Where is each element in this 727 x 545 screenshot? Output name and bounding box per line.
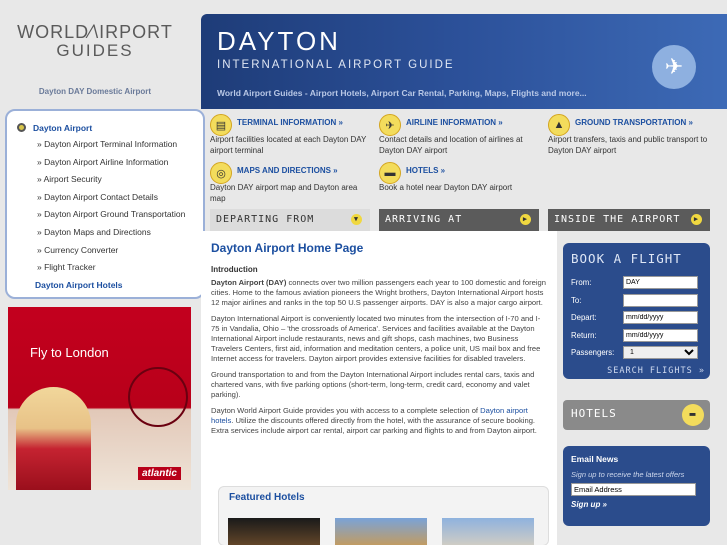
passengers-select[interactable]: 1 <box>623 346 698 360</box>
depart-row: Depart: <box>571 309 702 327</box>
hotel-image[interactable] <box>442 518 534 545</box>
sidebar-item-flight-tracker[interactable]: » Flight Tracker <box>15 259 195 277</box>
hotel-image[interactable] <box>228 518 320 545</box>
bed-icon: ▬ <box>682 404 704 426</box>
sidebar-head-label: Dayton Airport <box>33 122 93 133</box>
service-title[interactable]: TERMINAL INFORMATION » <box>237 118 343 127</box>
bed-icon: ▬ <box>379 162 401 184</box>
sidebar-item-airline[interactable]: » Dayton Airport Airline Information <box>15 154 195 172</box>
tab-label: ARRIVING AT <box>385 214 463 225</box>
page-title: Dayton Airport Home Page <box>211 241 364 255</box>
passengers-row: Passengers: 1 <box>571 344 702 362</box>
sidebar-item-hotels[interactable]: Dayton Airport Hotels <box>15 277 195 294</box>
logo-line-2: GUIDES <box>56 41 134 60</box>
service-title[interactable]: MAPS AND DIRECTIONS » <box>237 166 338 175</box>
search-flights-button[interactable]: SEARCH FLIGHTS » <box>607 366 705 376</box>
car-icon: ▲ <box>548 114 570 136</box>
flight-booking-form: BOOK A FLIGHT From: To: Depart: Return: … <box>563 243 710 379</box>
arrow-right-icon: ▶ <box>520 214 531 225</box>
logo-subtitle: Dayton DAY Domestic Airport <box>38 87 152 96</box>
airplane-icon: ✈ <box>652 45 696 89</box>
service-desc: Dayton DAY airport map and Dayton area m… <box>210 183 358 203</box>
site-logo[interactable]: WORLD⁄\IRPORT GUIDES <box>0 22 190 61</box>
service-desc: Contact details and location of airlines… <box>379 135 523 155</box>
page-header: DAYTON INTERNATIONAL AIRPORT GUIDE World… <box>201 14 727 109</box>
email-field[interactable] <box>571 483 696 496</box>
header-tagline: World Airport Guides - Airport Hotels, A… <box>217 88 587 98</box>
sidebar-item-contact[interactable]: » Dayton Airport Contact Details <box>15 189 195 207</box>
signup-link[interactable]: Sign up » <box>571 500 702 509</box>
email-title: Email News <box>571 454 619 464</box>
location-paragraph: Dayton International Airport is convenie… <box>211 314 541 363</box>
arrow-down-icon: ▼ <box>351 214 362 225</box>
arrow-right-icon: ▶ <box>691 214 702 225</box>
featured-title: Featured Hotels <box>229 492 305 503</box>
plane-icon: ✈ <box>379 114 401 136</box>
service-title[interactable]: HOTELS » <box>406 166 445 175</box>
email-signup: Email News Sign up to receive the latest… <box>563 446 710 526</box>
sidebar-item-security[interactable]: » Airport Security <box>15 171 195 189</box>
service-desc: Airport transfers, taxis and public tran… <box>548 135 708 155</box>
to-label: To: <box>571 295 582 305</box>
sidebar-item-maps[interactable]: » Dayton Maps and Directions <box>15 224 195 242</box>
tab-label: INSIDE THE AIRPORT <box>554 214 681 225</box>
booking-title: BOOK A FLIGHT <box>571 251 682 266</box>
sidebar-head[interactable]: Dayton Airport <box>15 119 195 136</box>
terminal-icon: ▤ <box>210 114 232 136</box>
service-desc: Book a hotel near Dayton DAY airport <box>379 183 513 192</box>
city-title: DAYTON <box>217 26 341 56</box>
sidebar-item-ground[interactable]: » Dayton Airport Ground Transportation <box>15 206 195 224</box>
service-title[interactable]: AIRLINE INFORMATION » <box>406 118 503 127</box>
featured-hotels: Featured Hotels <box>218 486 549 545</box>
depart-date-input[interactable] <box>623 311 698 325</box>
tab-departing[interactable]: DEPARTING FROM ▼ <box>210 209 370 231</box>
sidebar-item-currency[interactable]: » Currency Converter <box>15 242 195 260</box>
hotels-text-a: Dayton World Airport Guide provides you … <box>211 406 481 415</box>
ad-title: Fly to London <box>30 345 109 360</box>
hotels-button[interactable]: HOTELS ▬ <box>563 400 710 430</box>
passengers-label: Passengers: <box>571 348 615 358</box>
return-date-input[interactable] <box>623 328 698 342</box>
hotels-label: HOTELS <box>571 407 617 420</box>
flight-attendant-graphic <box>16 387 91 490</box>
sidebar-item-terminal[interactable]: » Dayton Airport Terminal Information <box>15 136 195 154</box>
header-subtitle: INTERNATIONAL AIRPORT GUIDE <box>217 59 455 71</box>
london-eye-graphic <box>128 367 188 427</box>
intro-heading: Introduction <box>211 265 258 274</box>
compass-icon: ◎ <box>210 162 232 184</box>
service-title[interactable]: GROUND TRANSPORTATION » <box>575 118 693 127</box>
bullet-icon <box>17 123 26 132</box>
from-input[interactable] <box>623 276 698 290</box>
from-row: From: <box>571 274 702 292</box>
logo-line-1: WORLD⁄\IRPORT <box>17 22 173 42</box>
intro-bold: Dayton Airport (DAY) <box>211 278 287 287</box>
from-label: From: <box>571 278 592 288</box>
depart-label: Depart: <box>571 313 597 323</box>
tab-arriving[interactable]: ARRIVING AT ▶ <box>379 209 539 231</box>
sidebar-nav: Dayton Airport » Dayton Airport Terminal… <box>5 109 205 299</box>
ad-banner[interactable]: Fly to London atlantic <box>8 307 191 490</box>
to-input[interactable] <box>623 293 698 307</box>
service-desc: Airport facilities located at each Dayto… <box>210 135 367 155</box>
ad-brand: atlantic <box>137 467 181 480</box>
transport-paragraph: Ground transportation to and from the Da… <box>211 370 535 399</box>
main-content: Dayton Airport Home Page Introduction Da… <box>201 231 557 545</box>
hotels-paragraph: Dayton World Airport Guide provides you … <box>211 406 547 436</box>
return-row: Return: <box>571 327 702 345</box>
hotel-image[interactable] <box>335 518 427 545</box>
intro-paragraph: Dayton Airport (DAY) connects over two m… <box>211 278 547 308</box>
email-subtitle: Sign up to receive the latest offers <box>571 470 685 479</box>
tab-label: DEPARTING FROM <box>216 214 315 225</box>
tab-inside[interactable]: INSIDE THE AIRPORT ▶ <box>548 209 710 231</box>
hotels-text-b: . Utilize the discounts offered directly… <box>211 416 537 435</box>
return-label: Return: <box>571 330 597 340</box>
to-row: To: <box>571 292 702 310</box>
